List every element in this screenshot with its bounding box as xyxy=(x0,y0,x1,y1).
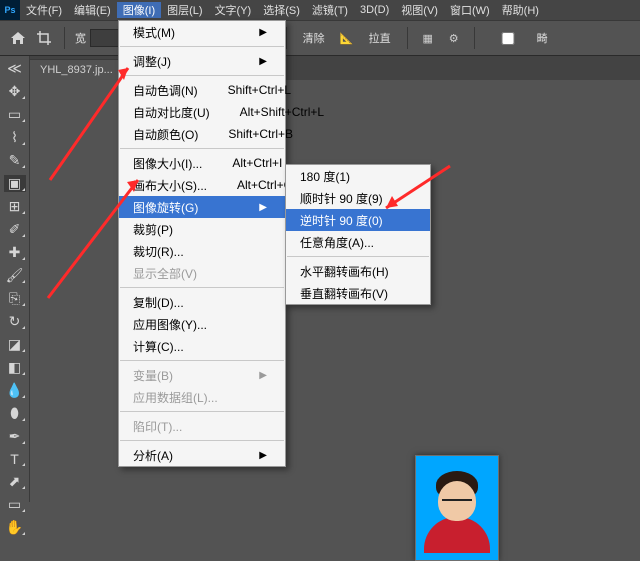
menu-item-variables: 变量(B)▶ xyxy=(119,364,285,386)
eyedropper-tool[interactable]: ✐ xyxy=(4,221,26,238)
lasso-tool[interactable]: ⌇ xyxy=(4,129,26,146)
extra-label: 畸 xyxy=(537,30,548,46)
menu-item-rotate-cw-90[interactable]: 顺时针 90 度(9) xyxy=(286,187,430,209)
menu-item-image-size[interactable]: 图像大小(I)...Alt+Ctrl+I xyxy=(119,152,285,174)
clear-button[interactable]: 清除 xyxy=(297,28,331,48)
menu-item-auto-color[interactable]: 自动颜色(O)Shift+Ctrl+B xyxy=(119,123,285,145)
app-logo: Ps xyxy=(0,0,20,20)
straighten-icon[interactable]: 📐 xyxy=(337,28,357,48)
menu-select[interactable]: 选择(S) xyxy=(257,2,306,18)
menu-item-flip-horizontal[interactable]: 水平翻转画布(H) xyxy=(286,260,430,282)
shape-tool[interactable]: ▭ xyxy=(4,496,26,513)
menu-view[interactable]: 视图(V) xyxy=(395,2,444,18)
menu-item-calculations[interactable]: 计算(C)... xyxy=(119,335,285,357)
type-tool[interactable]: T xyxy=(4,451,26,467)
pen-tool[interactable]: ✒ xyxy=(4,428,26,445)
menu-item-apply-data: 应用数据组(L)... xyxy=(119,386,285,408)
submenu-arrow-icon: ▶ xyxy=(259,27,267,38)
move-tool[interactable]: ✥ xyxy=(4,83,26,100)
marquee-tool[interactable]: ▭ xyxy=(4,106,26,123)
menu-item-trim[interactable]: 裁切(R)... xyxy=(119,240,285,262)
blur-tool[interactable]: 💧 xyxy=(4,382,26,399)
menu-item-auto-tone[interactable]: 自动色调(N)Shift+Ctrl+L xyxy=(119,79,285,101)
menu-item-rotate-180[interactable]: 180 度(1) xyxy=(286,165,430,187)
menu-layer[interactable]: 图层(L) xyxy=(161,2,208,18)
tool-palette: ≪ ✥ ▭ ⌇ ✎ ▣ ⊞ ✐ ✚ 🖌 ⎘ ↻ ◪ ◧ 💧 ⬮ ✒ T ⬈ ▭ … xyxy=(0,56,30,502)
submenu-arrow-icon: ▶ xyxy=(259,450,267,461)
menu-type[interactable]: 文字(Y) xyxy=(209,2,258,18)
image-rotation-submenu: 180 度(1) 顺时针 90 度(9) 逆时针 90 度(0) 任意角度(A)… xyxy=(285,164,431,305)
path-select-tool[interactable]: ⬈ xyxy=(4,473,26,490)
menu-filter[interactable]: 滤镜(T) xyxy=(306,2,354,18)
submenu-arrow-icon: ▶ xyxy=(259,202,267,213)
menu-item-duplicate[interactable]: 复制(D)... xyxy=(119,291,285,313)
history-brush-tool[interactable]: ↻ xyxy=(4,313,26,330)
menu-image[interactable]: 图像(I) xyxy=(117,2,161,18)
delete-cropped-checkbox[interactable] xyxy=(485,32,531,45)
crop-tool-icon[interactable] xyxy=(34,28,54,48)
gear-icon[interactable]: ⚙ xyxy=(444,28,464,48)
straighten-button[interactable]: 拉直 xyxy=(363,28,397,48)
image-menu: 模式(M)▶ 调整(J)▶ 自动色调(N)Shift+Ctrl+L 自动对比度(… xyxy=(118,20,286,467)
menu-item-apply-image[interactable]: 应用图像(Y)... xyxy=(119,313,285,335)
menu-item-canvas-size[interactable]: 画布大小(S)...Alt+Ctrl+C xyxy=(119,174,285,196)
stamp-tool[interactable]: ⎘ xyxy=(4,290,26,307)
quick-select-tool[interactable]: ✎ xyxy=(4,152,26,169)
healing-tool[interactable]: ✚ xyxy=(4,244,26,261)
separator xyxy=(474,27,475,49)
frame-tool[interactable]: ⊞ xyxy=(4,198,26,215)
collapse-icon[interactable]: ≪ xyxy=(4,60,26,77)
home-icon[interactable] xyxy=(8,28,28,48)
document-tab-bar: YHL_8937.jp... ✕ xyxy=(0,56,640,80)
menu-3d[interactable]: 3D(D) xyxy=(354,4,395,16)
document-canvas[interactable] xyxy=(415,455,499,561)
menu-item-mode[interactable]: 模式(M)▶ xyxy=(119,21,285,43)
menu-edit[interactable]: 编辑(E) xyxy=(68,2,117,18)
menu-item-auto-contrast[interactable]: 自动对比度(U)Alt+Shift+Ctrl+L xyxy=(119,101,285,123)
menu-item-rotate-ccw-90[interactable]: 逆时针 90 度(0) xyxy=(286,209,430,231)
submenu-arrow-icon: ▶ xyxy=(259,370,267,381)
dodge-tool[interactable]: ⬮ xyxy=(4,405,26,422)
menu-item-adjustments[interactable]: 调整(J)▶ xyxy=(119,50,285,72)
menu-item-analysis[interactable]: 分析(A)▶ xyxy=(119,444,285,466)
submenu-arrow-icon: ▶ xyxy=(259,56,267,67)
document-name: YHL_8937.jp... xyxy=(40,64,113,76)
menu-item-crop[interactable]: 裁剪(P) xyxy=(119,218,285,240)
menu-item-reveal-all: 显示全部(V) xyxy=(119,262,285,284)
grid-overlay-icon[interactable]: ▦ xyxy=(418,28,438,48)
separator xyxy=(407,27,408,49)
hand-tool[interactable]: ✋ xyxy=(4,519,26,536)
separator xyxy=(64,27,65,49)
gradient-tool[interactable]: ◧ xyxy=(4,359,26,376)
eraser-tool[interactable]: ◪ xyxy=(4,336,26,353)
crop-tool[interactable]: ▣ xyxy=(4,175,26,192)
brush-tool[interactable]: 🖌 xyxy=(4,267,26,284)
menu-item-rotate-arbitrary[interactable]: 任意角度(A)... xyxy=(286,231,430,253)
main-menubar: Ps 文件(F) 编辑(E) 图像(I) 图层(L) 文字(Y) 选择(S) 滤… xyxy=(0,0,640,20)
width-label: 宽 xyxy=(75,30,86,46)
menu-item-image-rotation[interactable]: 图像旋转(G)▶ xyxy=(119,196,285,218)
menu-file[interactable]: 文件(F) xyxy=(20,2,68,18)
menu-item-trap: 陷印(T)... xyxy=(119,415,285,437)
menu-item-flip-vertical[interactable]: 垂直翻转画布(V) xyxy=(286,282,430,304)
options-bar: 宽 高 像素/英寸 ▾ 清除 📐 拉直 ▦ ⚙ 畸 xyxy=(0,20,640,56)
menu-window[interactable]: 窗口(W) xyxy=(444,2,496,18)
menu-help[interactable]: 帮助(H) xyxy=(496,2,545,18)
